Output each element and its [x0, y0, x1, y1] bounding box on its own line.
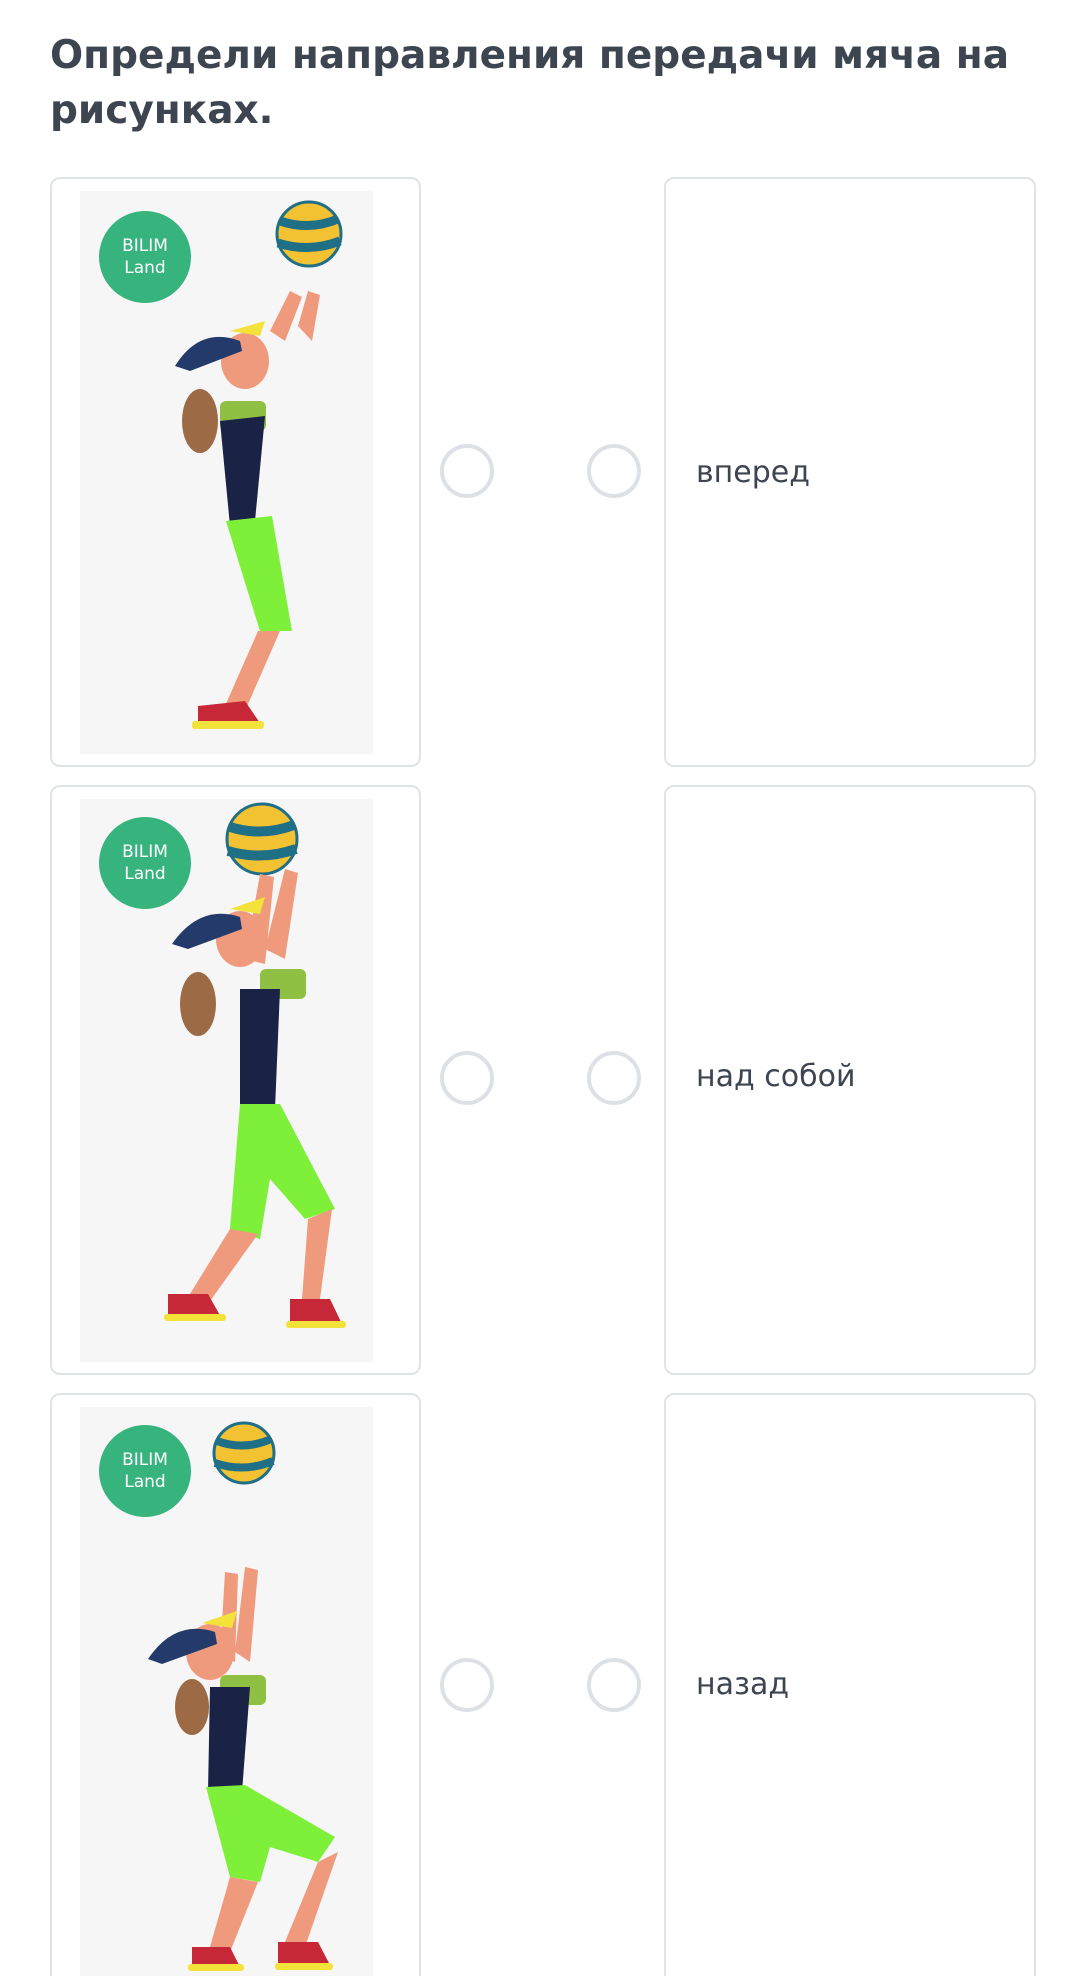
radio-image-1[interactable] [440, 444, 494, 498]
radio-answer-1[interactable] [587, 444, 641, 498]
player-figure [148, 1567, 338, 1971]
answer-card-3[interactable]: назад [664, 1393, 1036, 1976]
svg-text:Land: Land [124, 864, 165, 884]
volleyball-icon [225, 802, 299, 876]
answer-label-1: вперед [696, 455, 810, 490]
image-card-1: BILIM Land [50, 177, 421, 767]
answer-label-2: над собой [696, 1059, 856, 1094]
bilimland-logo: BILIM Land [99, 817, 191, 909]
bilimland-logo: BILIM Land [99, 1425, 191, 1517]
radio-answer-3[interactable] [587, 1658, 641, 1712]
svg-text:BILIM: BILIM [122, 842, 168, 862]
radio-image-2[interactable] [440, 1051, 494, 1105]
svg-text:Land: Land [124, 1472, 165, 1492]
illustration-1: BILIM Land [80, 191, 373, 754]
answer-label-3: назад [696, 1667, 790, 1702]
player-figure [164, 869, 346, 1328]
illustration-3: BILIM Land [80, 1407, 373, 1976]
volleyball-icon [275, 200, 343, 268]
image-card-2: BILIM Land [50, 785, 421, 1375]
answer-card-1[interactable]: вперед [664, 177, 1036, 767]
illustration-2: BILIM Land [80, 799, 373, 1362]
question-title: Определи направления передачи мяча на ри… [50, 33, 1010, 133]
player-figure [175, 291, 320, 729]
radio-image-3[interactable] [440, 1658, 494, 1712]
svg-text:BILIM: BILIM [122, 236, 168, 256]
bilimland-logo: BILIM Land [99, 211, 191, 303]
quiz-page: Определи направления передачи мяча на ри… [0, 0, 1080, 1976]
svg-text:Land: Land [124, 258, 165, 278]
volleyball-icon [212, 1421, 276, 1485]
radio-answer-2[interactable] [587, 1051, 641, 1105]
image-card-3: BILIM Land [50, 1393, 421, 1976]
answer-card-2[interactable]: над собой [664, 785, 1036, 1375]
svg-text:BILIM: BILIM [122, 1450, 168, 1470]
